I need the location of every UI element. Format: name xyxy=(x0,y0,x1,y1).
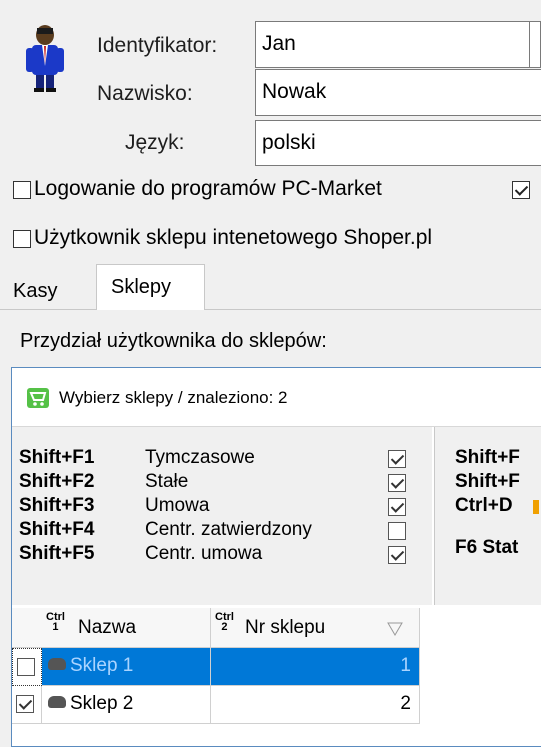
shop-nr-cell: 2 xyxy=(211,686,420,724)
column-label: Nazwa xyxy=(78,617,137,638)
filter-label: Umowa xyxy=(145,495,210,516)
filter-centr-zatwierdzony-checkbox[interactable] xyxy=(388,522,406,540)
identifier-side-field[interactable] xyxy=(530,21,541,68)
ctrl-hint: Ctrl 1 xyxy=(46,611,65,633)
shop-name: Sklep 2 xyxy=(70,693,134,714)
shop-selection-panel: Wybierz sklepy / znaleziono: 2 Shift+F1 … xyxy=(11,367,541,747)
shop-icon xyxy=(48,695,66,708)
column-label: Nr sklepu xyxy=(245,617,326,638)
tab-kasy[interactable]: Kasy xyxy=(13,280,57,303)
extra-option-checkbox[interactable] xyxy=(512,181,530,199)
pcmarket-login-label: Logowanie do programów PC-Market xyxy=(34,177,382,200)
row-checkbox-cell[interactable] xyxy=(12,686,42,724)
filter-stale-checkbox[interactable] xyxy=(388,474,406,492)
filter-label: Tymczasowe xyxy=(145,447,255,468)
filters-box: Shift+F1 Tymczasowe Shift+F2 Stałe Shift… xyxy=(12,427,432,605)
filters-right-box: Shift+F Shift+F Ctrl+D F6 Stat xyxy=(434,427,541,605)
table-row[interactable]: Sklep 1 1 xyxy=(12,648,420,686)
surname-input[interactable]: Nowak xyxy=(255,69,541,116)
panel-header: Wybierz sklepy / znaleziono: 2 xyxy=(12,368,541,426)
filter-key: Shift+F5 xyxy=(19,543,95,564)
filter-umowa-checkbox[interactable] xyxy=(388,498,406,516)
shop-name: Sklep 1 xyxy=(70,655,134,676)
user-icon xyxy=(26,25,64,92)
surname-label: Nazwisko: xyxy=(97,82,193,105)
filter-centr-umowa-checkbox[interactable] xyxy=(388,546,406,564)
shortcut-key: Shift+F xyxy=(455,471,520,492)
sort-icon[interactable] xyxy=(387,622,403,636)
identifier-label: Identyfikator: xyxy=(97,34,218,57)
column-header-nazwa[interactable]: Ctrl 1 Nazwa xyxy=(12,608,211,648)
tab-strip-line xyxy=(0,309,541,310)
filter-label: Centr. zatwierdzony xyxy=(145,519,312,540)
filter-key: Shift+F1 xyxy=(19,447,95,468)
filter-key: Shift+F2 xyxy=(19,471,95,492)
language-select[interactable]: polski xyxy=(255,120,541,166)
identifier-input[interactable]: Jan xyxy=(255,21,530,68)
assign-label: Przydział użytkownika do sklepów: xyxy=(20,330,327,352)
shop-grid: Ctrl1 Nazwa Ctrl2 Nr sklepu Sklep 1 1 xyxy=(12,608,432,738)
language-label: Język: xyxy=(125,131,185,154)
shortcut-key: Ctrl+D xyxy=(455,495,513,516)
row-checkbox[interactable] xyxy=(17,658,35,676)
shop-name-cell: Sklep 2 xyxy=(42,686,211,724)
tab-sklepy[interactable]: Sklepy xyxy=(96,264,205,310)
filter-label: Stałe xyxy=(145,471,189,492)
shortcut-key: Shift+F xyxy=(455,447,520,468)
column-header-nr-sklepu[interactable]: Ctrl 2 Nr sklepu xyxy=(211,608,420,648)
shop-nr-cell: 1 xyxy=(211,648,420,686)
filter-tymczasowe-checkbox[interactable] xyxy=(388,450,406,468)
panel-title: Wybierz sklepy / znaleziono: 2 xyxy=(59,388,288,407)
shop-icon xyxy=(48,657,66,670)
shortcut-key: F6 Stat xyxy=(455,537,519,558)
ctrl-hint: Ctrl 2 xyxy=(215,611,234,633)
filter-label: Centr. umowa xyxy=(145,543,263,564)
color-marker xyxy=(533,500,539,514)
shop-name-cell: Sklep 1 xyxy=(42,648,211,686)
tab-sklepy-label: Sklepy xyxy=(111,276,172,298)
row-checkbox-cell[interactable] xyxy=(12,648,42,686)
shoper-user-label: Użytkownik sklepu intenetowego Shoper.pl xyxy=(34,226,433,249)
table-row[interactable]: Sklep 2 2 xyxy=(12,686,420,724)
cart-icon xyxy=(27,388,49,408)
pcmarket-login-checkbox[interactable] xyxy=(13,181,31,199)
shoper-user-checkbox[interactable] xyxy=(13,230,31,248)
row-checkbox[interactable] xyxy=(16,695,34,713)
filter-key: Shift+F4 xyxy=(19,519,95,540)
filter-key: Shift+F3 xyxy=(19,495,95,516)
